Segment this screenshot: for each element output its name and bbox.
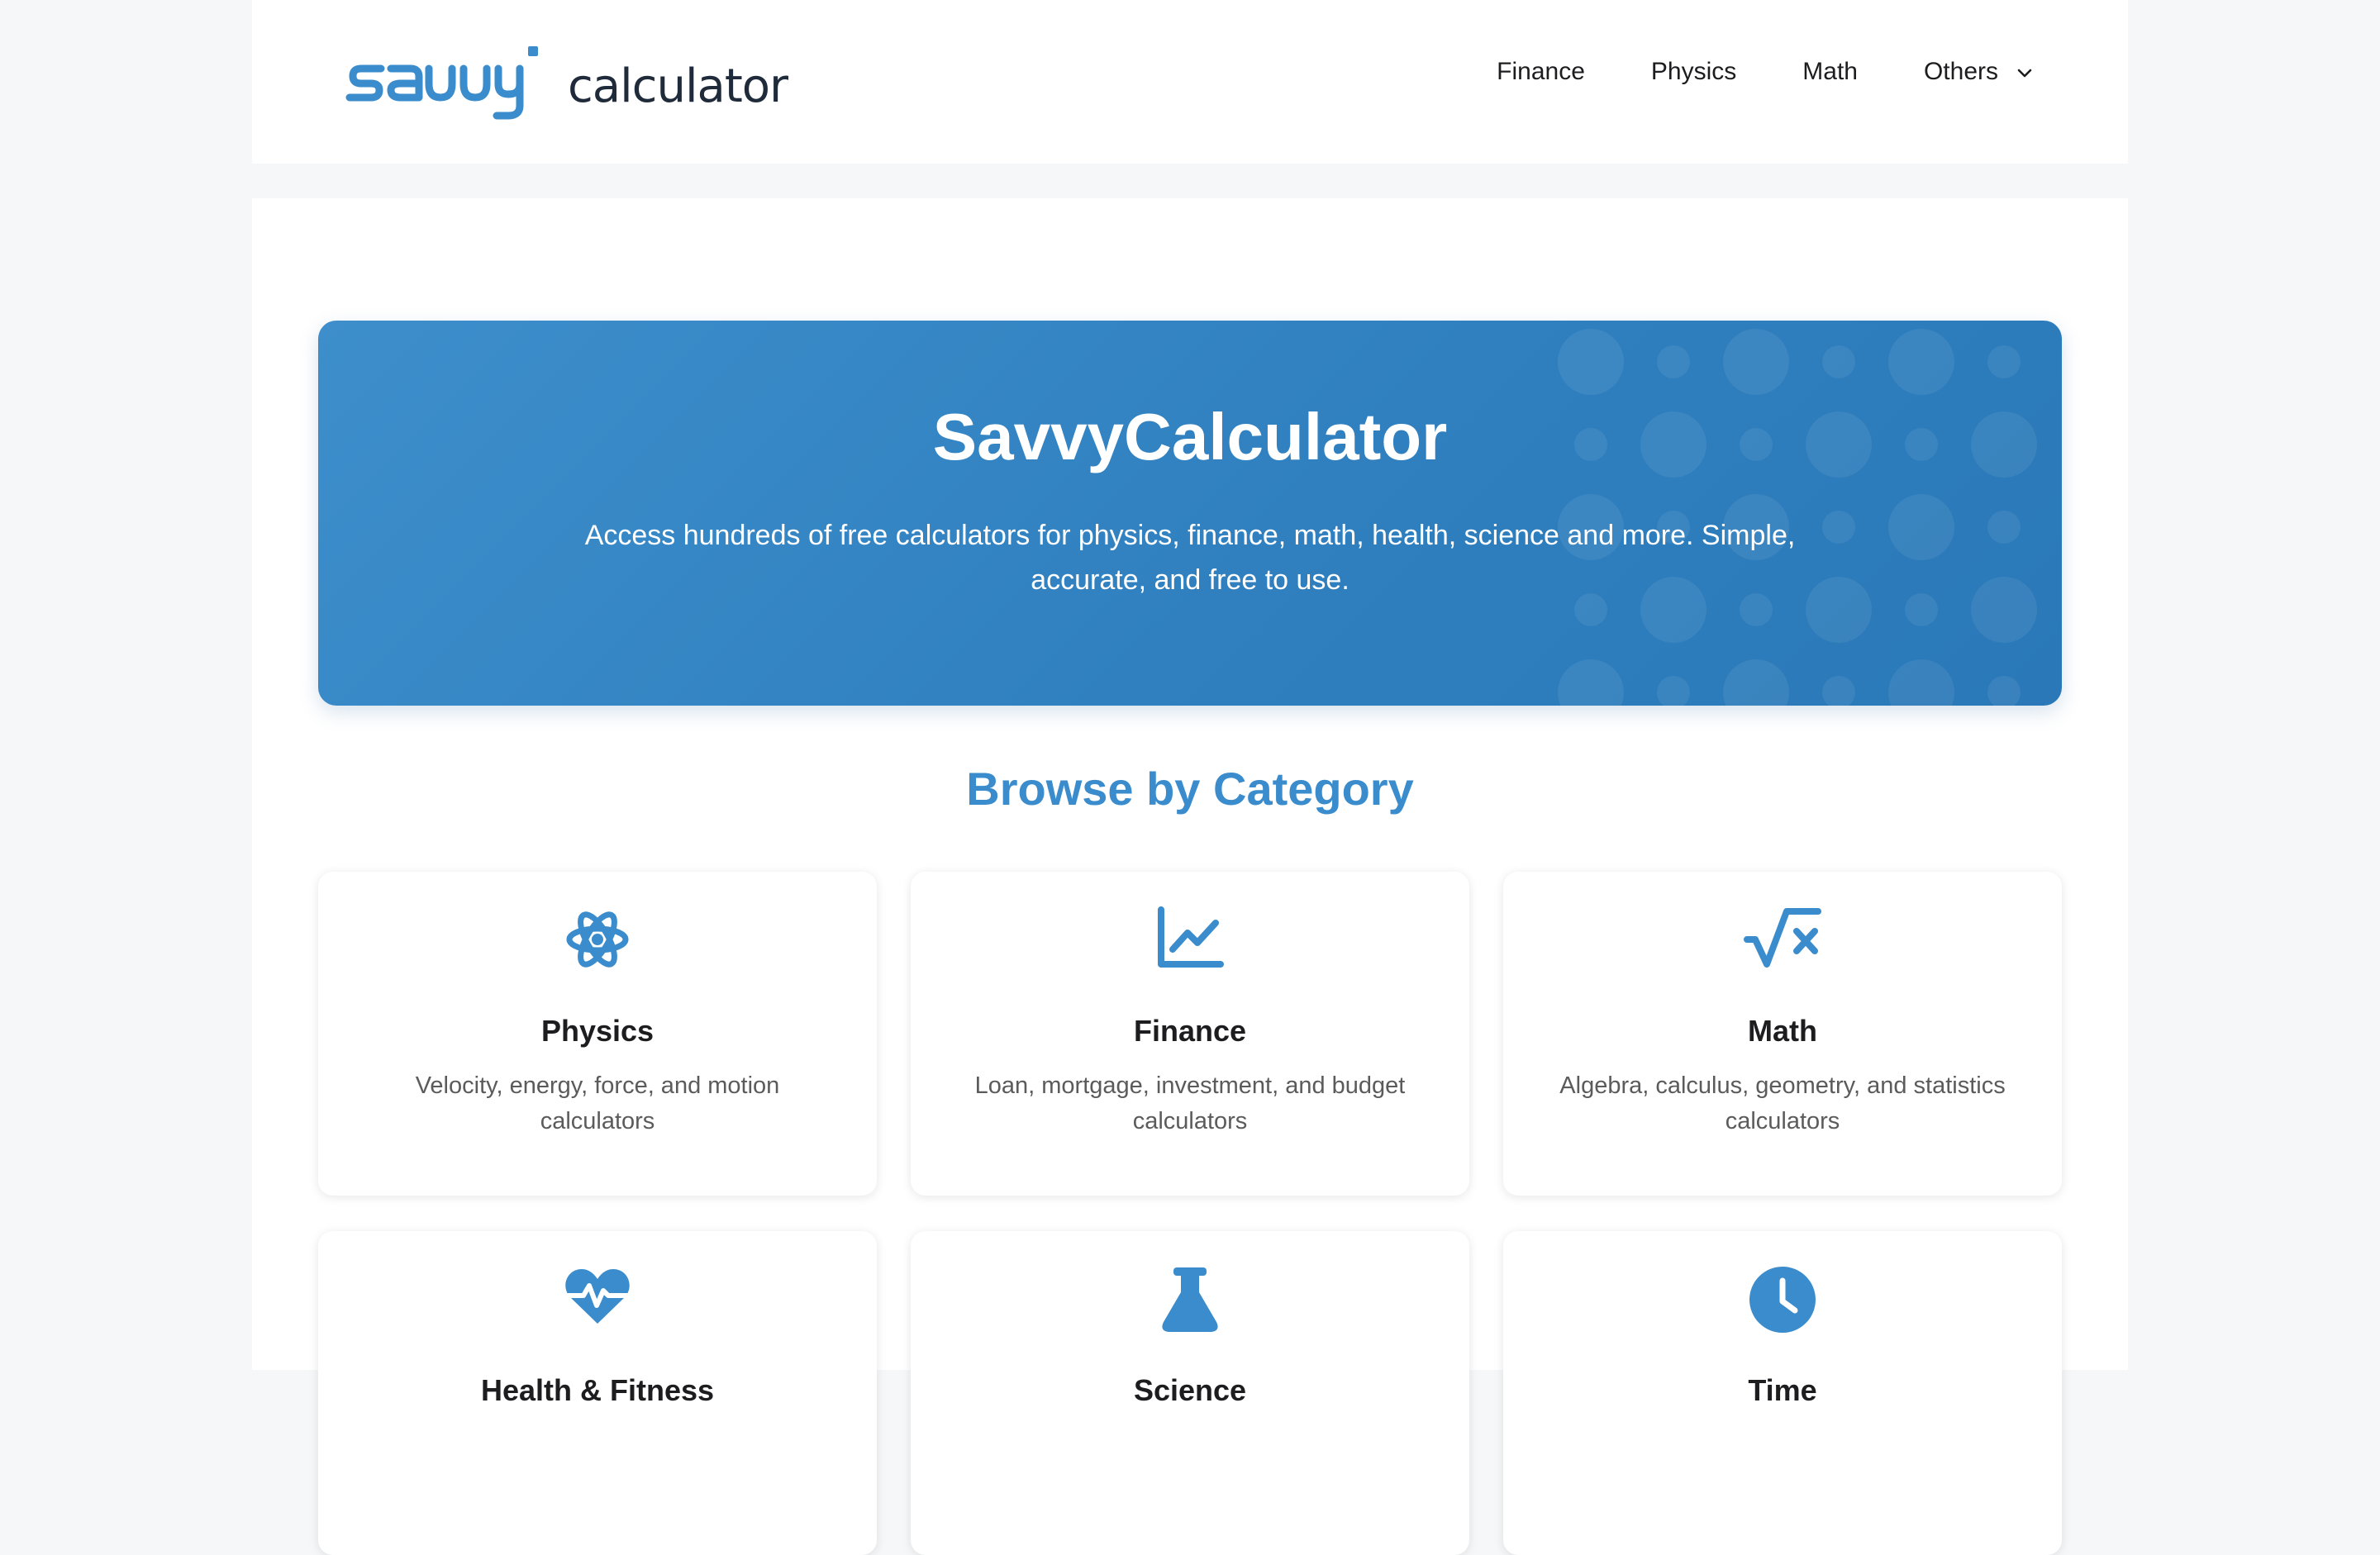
chevron-down-icon [2016,58,2033,86]
chart-line-icon [911,906,1469,969]
card-description: Loan, mortgage, investment, and budget c… [974,1072,1406,1134]
savvy-logo-mark [345,46,538,120]
nav-others-label: Others [1923,58,1998,85]
card-title: Math [1748,1014,1817,1048]
nav-math[interactable]: Math [1802,58,1858,86]
nav-physics[interactable]: Physics [1651,58,1736,86]
card-description: Velocity, energy, force, and motion calc… [415,1072,780,1134]
site-header: calculator Finance Physics Math Others [252,0,2128,164]
card-title: Physics [540,1014,654,1048]
section-title: Browse by Category [966,763,1414,815]
hero-banner: SavvyCalculator Access hundreds of free … [318,321,2062,706]
card-title: Finance [1133,1014,1247,1048]
nav-finance[interactable]: Finance [1497,58,1585,86]
category-card-time[interactable]: Time [1503,1231,2062,1555]
category-card-science[interactable]: Science [911,1231,1469,1555]
clock-icon [1503,1266,2062,1334]
main-nav: Finance Physics Math Others [1497,58,2033,86]
hero-subtitle: Access hundreds of free calculators for … [584,520,1796,596]
nav-physics-label: Physics [1650,58,1737,85]
category-card-finance[interactable]: Finance Loan, mortgage, investment, and … [911,872,1469,1196]
card-title: Health & Fitness [480,1373,715,1407]
nav-others-dropdown[interactable]: Others [1924,58,2033,86]
site-logo[interactable]: calculator [343,43,788,126]
heart-pulse-icon [318,1266,877,1327]
category-card-health[interactable]: Health & Fitness [318,1231,877,1555]
card-title: Science [1133,1373,1247,1407]
card-description: Algebra, calculus, geometry, and statist… [1559,1072,2006,1134]
nav-math-label: Math [1802,58,1858,85]
flask-icon [911,1266,1469,1334]
card-title: Time [1748,1373,1817,1407]
category-card-math[interactable]: Math Algebra, calculus, geometry, and st… [1503,872,2062,1196]
logo-wordmark: calculator [568,59,788,113]
hero-title: SavvyCalculator [932,400,1448,473]
main-content: SavvyCalculator Access hundreds of free … [252,198,2128,1555]
category-card-physics[interactable]: Physics Velocity, energy, force, and mot… [318,872,877,1196]
square-root-icon [1503,906,2062,969]
nav-finance-label: Finance [1497,58,1585,85]
atom-icon [318,906,877,972]
